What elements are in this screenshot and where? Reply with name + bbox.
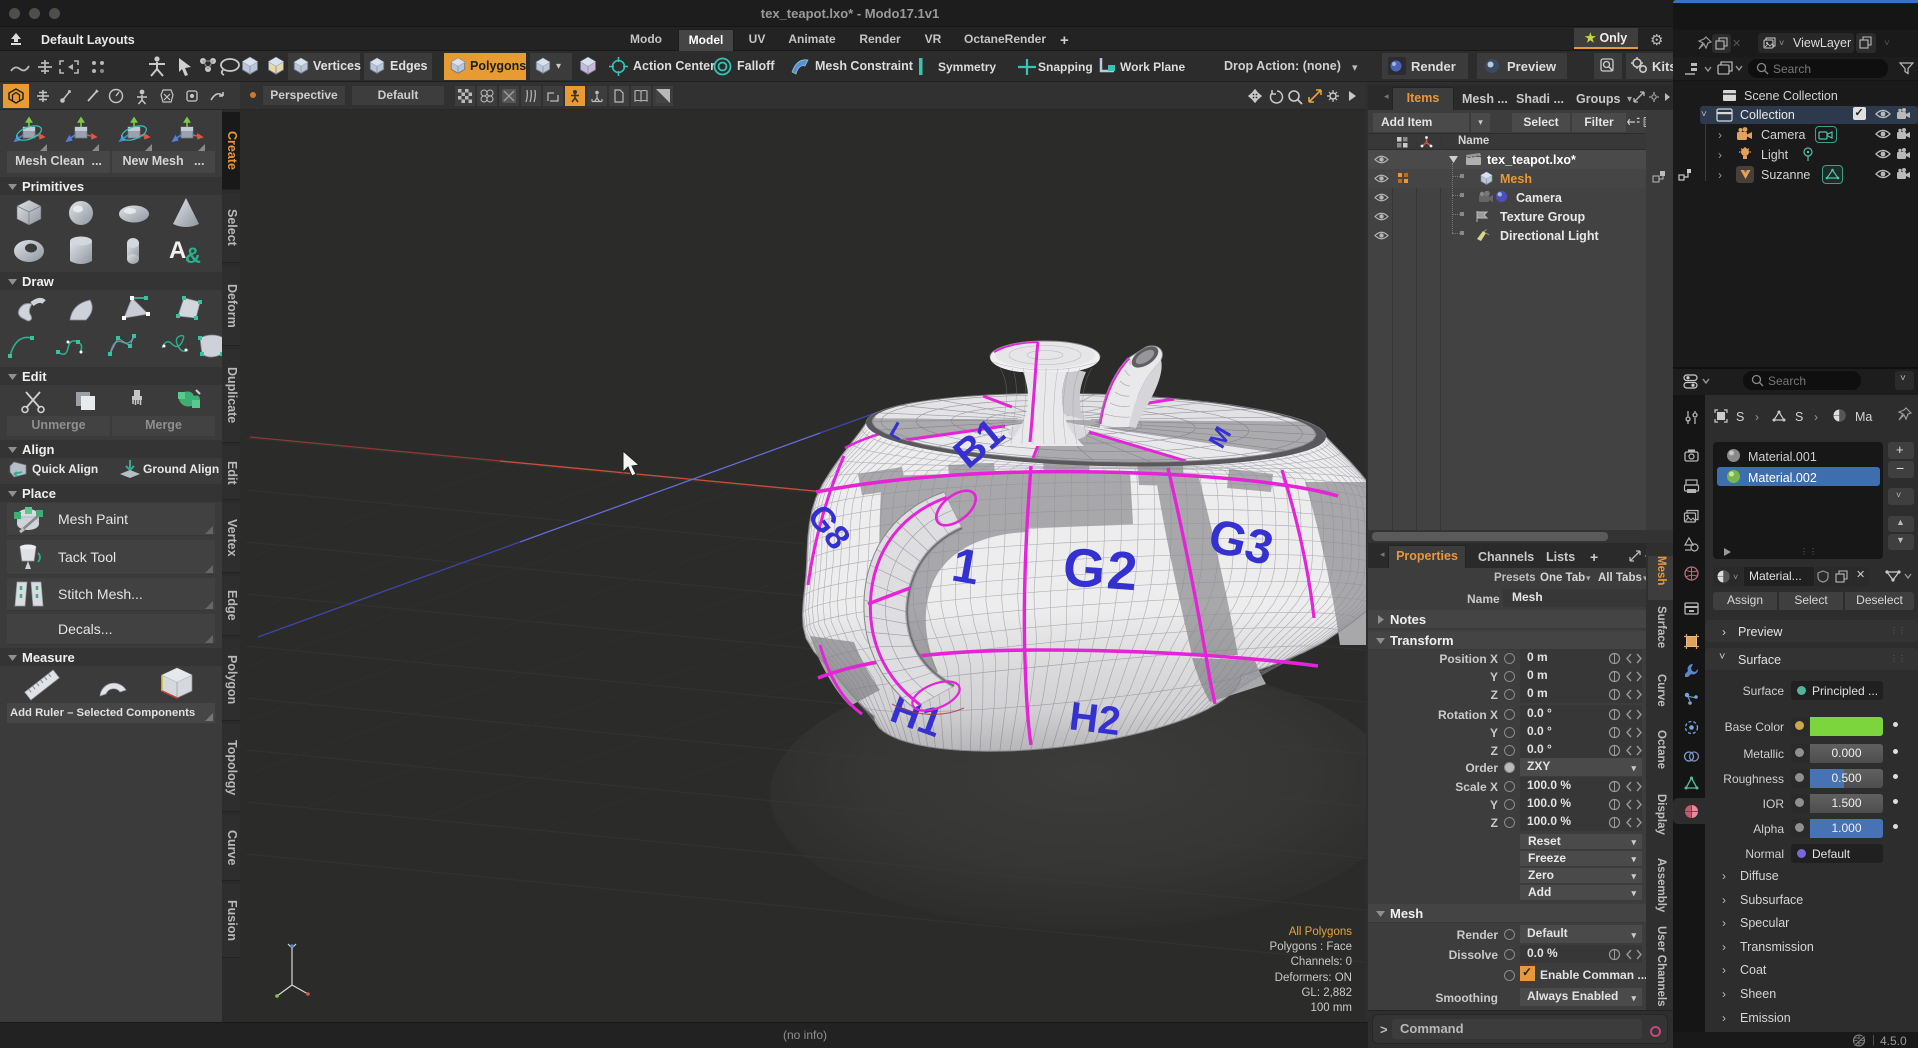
- svg-text:G2: G2: [1061, 537, 1141, 602]
- svg-text:H2: H2: [1067, 694, 1123, 744]
